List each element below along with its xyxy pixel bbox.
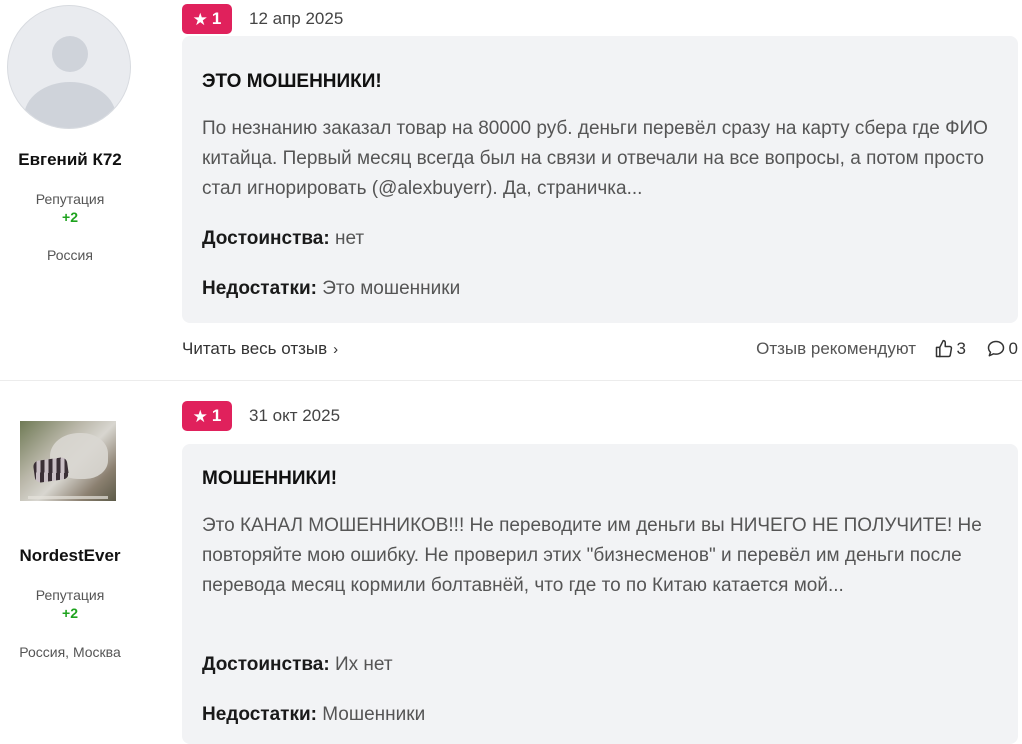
cons-label: Недостатки:: [202, 278, 317, 299]
cons-label: Недостатки:: [202, 704, 317, 725]
comments-count: 0: [1008, 339, 1018, 358]
pros-label: Достоинства:: [202, 654, 330, 675]
reputation-value: +2: [62, 605, 78, 621]
avatar[interactable]: [7, 5, 131, 129]
reputation-label: Репутация: [35, 587, 105, 603]
review-card[interactable]: ЭТО МОШЕННИКИ! По незнанию заказал товар…: [182, 36, 1018, 323]
cons-text: Это мошенники: [322, 278, 461, 299]
avatar-photo-detail: [32, 456, 70, 484]
review-date: 31 окт 2025: [249, 406, 341, 425]
review-card[interactable]: МОШЕННИКИ! Это КАНАЛ МОШЕННИКОВ!!! Не пе…: [182, 444, 1018, 744]
reputation-label: Репутация: [35, 191, 105, 207]
star-icon: ★: [192, 406, 208, 426]
pros-text: нет: [334, 228, 365, 249]
star-icon: ★: [192, 9, 208, 29]
review-cons: Недостатки: Это мошенники: [202, 278, 460, 300]
review-cons: Недостатки: Мошенники: [202, 704, 425, 726]
review-date: 12 апр 2025: [249, 9, 344, 28]
thumbs-up-icon: [935, 339, 952, 358]
rating-badge: ★ 1: [182, 4, 232, 34]
review-pros: Достоинства: нет: [202, 228, 364, 250]
review-title[interactable]: МОШЕННИКИ!: [202, 468, 337, 490]
like-button[interactable]: 3: [934, 339, 966, 359]
review-footer: Читать весь отзыв › Отзыв рекомендуют 3 0: [182, 339, 1018, 363]
review-pros: Достоинства: Их нет: [202, 654, 393, 676]
author-name-link[interactable]: NordestEver: [0, 546, 140, 566]
author-name-link[interactable]: Евгений К72: [0, 150, 140, 170]
comment-icon: [987, 340, 1004, 357]
rating-badge: ★ 1: [182, 401, 232, 431]
review-item: NordestEver Репутация +2 Россия, Москва …: [0, 380, 1022, 744]
author-location: Россия, Москва: [19, 644, 121, 660]
avatar-placeholder-body: [24, 82, 116, 128]
review-text: Это КАНАЛ МОШЕННИКОВ!!! Не переводите им…: [202, 515, 982, 596]
read-more-label: Читать весь отзыв: [182, 339, 328, 358]
rating-value: 1: [211, 9, 222, 28]
avatar[interactable]: [20, 421, 116, 501]
chevron-right-icon: ›: [333, 341, 339, 358]
cons-text: Мошенники: [322, 704, 426, 725]
read-more-link[interactable]: Читать весь отзыв ›: [182, 339, 338, 359]
avatar-placeholder-head: [52, 36, 88, 72]
review-title[interactable]: ЭТО МОШЕННИКИ!: [202, 71, 382, 93]
review-item: Евгений К72 Репутация +2 Россия ★ 1 12 а…: [0, 0, 1022, 380]
pros-label: Достоинства:: [202, 228, 330, 249]
recommend-label: Отзыв рекомендуют: [756, 339, 916, 358]
pros-text: Их нет: [334, 654, 393, 675]
likes-count: 3: [956, 339, 966, 358]
author-location: Россия: [47, 247, 93, 263]
comments-button[interactable]: 0: [986, 339, 1018, 359]
avatar-photo-caption: [28, 496, 108, 499]
reputation-value: +2: [62, 209, 78, 225]
review-text: По незнанию заказал товар на 80000 руб. …: [202, 118, 988, 199]
rating-value: 1: [211, 406, 222, 425]
